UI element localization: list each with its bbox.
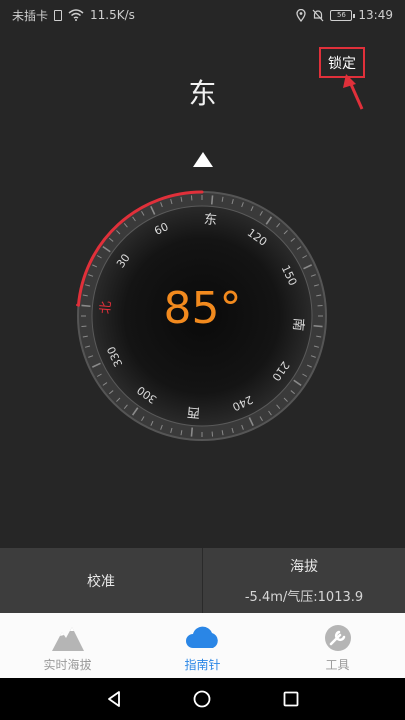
compass-label: 东: [203, 212, 217, 228]
network-speed: 11.5K/s: [90, 8, 135, 22]
status-right: 56 13:49: [296, 8, 393, 22]
battery-level: 56: [336, 10, 346, 19]
mute-bell-icon: [312, 9, 324, 21]
compass-tick: [190, 427, 194, 437]
altitude-value: -5.4m/气压:1013.9: [244, 590, 364, 605]
calibrate-button[interactable]: 校准: [0, 548, 202, 613]
clock: 13:49: [358, 8, 393, 22]
carrier-text: 未插卡: [12, 8, 49, 23]
tools-icon: [324, 625, 351, 651]
tab-compass[interactable]: 指南针: [135, 613, 270, 678]
location-icon: [296, 8, 307, 22]
tab-realtime-altitude[interactable]: 实时海拔: [0, 613, 135, 678]
system-nav-bar: [0, 678, 405, 720]
tab-tools[interactable]: 工具: [270, 613, 405, 678]
home-icon[interactable]: [192, 689, 212, 709]
tab-label: 工具: [325, 658, 350, 672]
altitude-label: 海拔: [290, 559, 318, 575]
compass-label: 西: [186, 404, 200, 420]
back-icon[interactable]: [104, 689, 124, 709]
degree-readout: 85°: [163, 283, 242, 334]
heading-pointer-icon: [193, 152, 213, 167]
tab-bar: 实时海拔 指南针 工具: [0, 613, 405, 678]
status-left: 未插卡 11.5K/s: [12, 7, 135, 24]
compass-tick: [210, 195, 214, 205]
recents-icon[interactable]: [281, 689, 301, 709]
tab-label: 指南针: [184, 658, 221, 672]
altitude-panel: 海拔 -5.4m/气压:1013.9: [202, 548, 405, 613]
sim-icon: [54, 9, 63, 21]
tab-label: 实时海拔: [43, 658, 92, 672]
status-bar: 未插卡 11.5K/s 56 13:49: [0, 0, 405, 30]
battery-icon: 56: [330, 9, 356, 21]
wifi-icon: [68, 9, 84, 21]
info-panel: 校准 海拔 -5.4m/气压:1013.9: [0, 548, 405, 613]
annotation-arrow-icon: [343, 74, 364, 110]
cloud-icon: [185, 626, 218, 648]
mountain-icon: [51, 627, 84, 651]
